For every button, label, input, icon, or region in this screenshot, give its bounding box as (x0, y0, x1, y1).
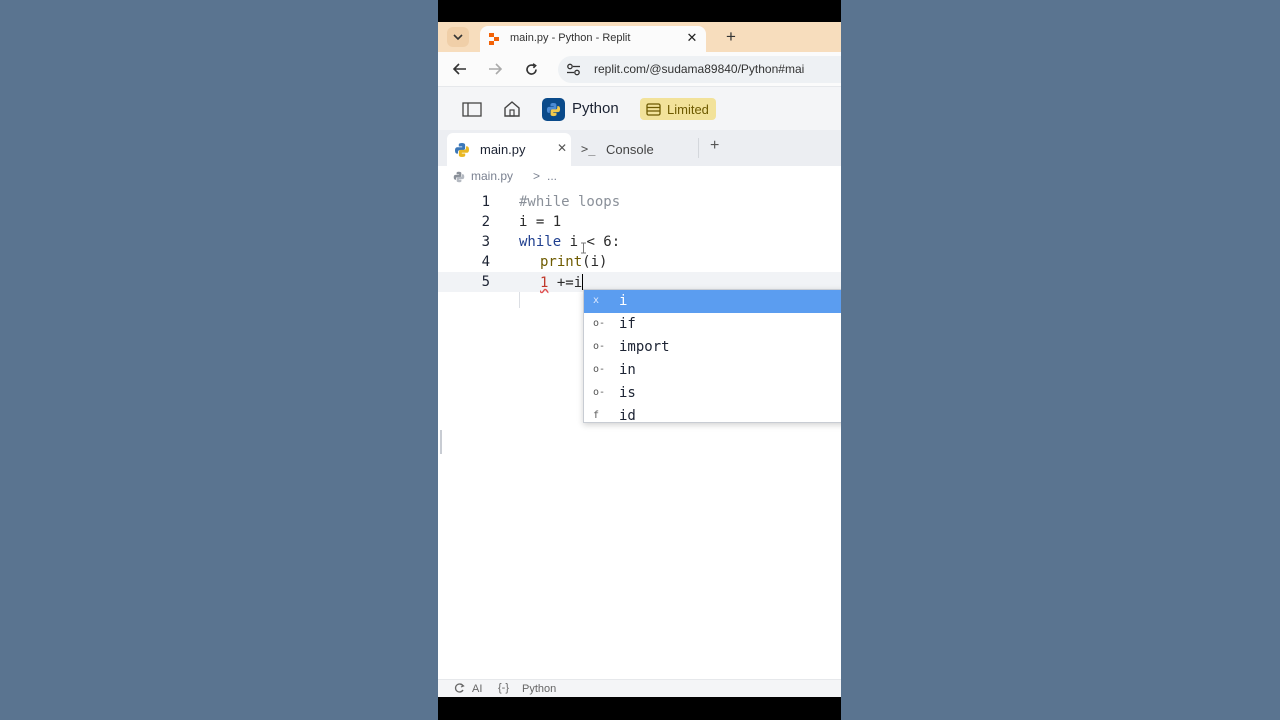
keyword-icon: o- (593, 318, 606, 329)
line-number: 2 (481, 214, 490, 230)
plan-badge-label: Limited (667, 101, 709, 117)
new-tab-button[interactable]: + (720, 26, 742, 48)
home-button[interactable] (502, 99, 522, 119)
forward-button[interactable] (485, 59, 505, 79)
suggestion-label: i (619, 293, 628, 309)
repl-python-logo[interactable] (542, 98, 565, 121)
arrow-left-icon (453, 63, 466, 75)
suggestion-label: import (619, 339, 670, 355)
resize-handle[interactable] (440, 430, 442, 454)
variable-icon: x (593, 295, 600, 306)
sidebar-icon (462, 101, 482, 117)
breadcrumb-file[interactable]: main.py (471, 169, 513, 183)
keyword-while: while (519, 234, 562, 250)
code-line[interactable]: 3 while i < 6: (438, 232, 841, 252)
function-print: print (540, 254, 583, 270)
function-icon: f (593, 410, 600, 421)
text-cursor-icon (581, 242, 586, 254)
replit-favicon-icon (489, 33, 499, 45)
repl-name[interactable]: Python (572, 100, 619, 117)
browser-tab-strip: main.py - Python - Replit ✕ + (438, 22, 841, 52)
line-number: 3 (481, 234, 490, 250)
tab-main-py[interactable]: main.py ✕ (447, 133, 571, 166)
code-text: while i < 6: (519, 234, 620, 250)
python-file-icon (453, 171, 465, 183)
keyword-icon: o- (593, 387, 606, 398)
suggestion-label: id (619, 408, 636, 423)
suggestion-item[interactable]: o- in (584, 359, 841, 382)
code-line[interactable]: 4 print(i) (438, 252, 841, 272)
code-editor[interactable]: 1 #while loops 2 i = 1 3 while i < 6: 4 … (438, 188, 841, 678)
status-bar: AI {-} Python (438, 679, 841, 697)
suggestion-label: if (619, 316, 636, 332)
python-logo-icon (546, 102, 561, 117)
code-rest: +=i (548, 275, 583, 291)
browser-tab-title: main.py - Python - Replit (510, 32, 631, 44)
suggestion-item[interactable]: x i (584, 290, 841, 313)
tab-console-label: Console (606, 142, 654, 157)
add-tab-button[interactable]: + (710, 137, 719, 155)
close-main-tab-button[interactable]: ✕ (557, 141, 567, 155)
close-tab-button[interactable]: ✕ (682, 28, 702, 48)
keyword-icon: o- (593, 341, 606, 352)
tab-search-button[interactable] (447, 27, 469, 47)
code-text: #while loops (519, 194, 621, 210)
keyword-icon: o- (593, 364, 606, 375)
reload-icon (525, 62, 537, 75)
arrow-right-icon (489, 63, 502, 75)
ai-status[interactable]: AI (472, 683, 482, 695)
suggestion-item[interactable]: o- import (584, 336, 841, 359)
browser-screen: main.py - Python - Replit ✕ + replit.com… (438, 22, 841, 697)
line-number: 5 (481, 274, 490, 290)
language-icon: {-} (498, 682, 510, 694)
phone-frame: main.py - Python - Replit ✕ + replit.com… (438, 0, 841, 720)
tab-console[interactable]: >_ Console (573, 133, 697, 166)
line-number: 4 (481, 254, 490, 270)
breadcrumb-more[interactable]: ... (547, 169, 557, 183)
url-text: replit.com/@sudama89840/Python#mai (594, 62, 805, 76)
terminal-icon: >_ (581, 142, 596, 156)
code-text: 1 +=i (519, 274, 584, 291)
code-rest: (i) (582, 254, 608, 270)
code-rest: i < 6: (561, 234, 621, 250)
code-line[interactable]: 2 i = 1 (438, 212, 841, 232)
suggestion-item[interactable]: o- if (584, 313, 841, 336)
reload-button[interactable] (521, 59, 541, 79)
code-text: print(i) (519, 254, 607, 270)
code-line[interactable]: 1 #while loops (438, 192, 841, 212)
language-status[interactable]: Python (522, 683, 556, 695)
chevron-down-icon (453, 33, 463, 40)
suggestion-label: in (619, 362, 636, 378)
suggestion-item[interactable]: f id (584, 405, 841, 423)
suggestion-label: is (619, 385, 636, 401)
python-file-icon (455, 143, 469, 157)
editor-tab-bar: main.py ✕ >_ Console + (438, 130, 841, 166)
plan-badge[interactable]: Limited (640, 98, 716, 120)
replit-header: Python Limited (438, 86, 841, 131)
autocomplete-popup[interactable]: x i o- if o- import o- in o- is f id (583, 289, 841, 423)
back-button[interactable] (450, 59, 470, 79)
code-text: i = 1 (519, 214, 562, 230)
browser-tab[interactable]: main.py - Python - Replit ✕ (480, 26, 706, 52)
breadcrumb: main.py > ... (438, 166, 841, 188)
tab-main-py-label: main.py (480, 142, 526, 157)
site-settings-icon (567, 63, 580, 76)
storage-icon (646, 102, 661, 116)
text-caret (582, 274, 584, 290)
breadcrumb-separator: > (533, 169, 541, 183)
toggle-sidebar-button[interactable] (462, 99, 482, 119)
line-number: 1 (481, 194, 490, 210)
suggestion-item[interactable]: o- is (584, 382, 841, 405)
browser-toolbar: replit.com/@sudama89840/Python#mai (438, 52, 841, 86)
ai-icon (454, 683, 465, 693)
tab-divider (698, 138, 699, 158)
home-icon (504, 101, 520, 117)
address-bar[interactable]: replit.com/@sudama89840/Python#mai (558, 56, 841, 83)
